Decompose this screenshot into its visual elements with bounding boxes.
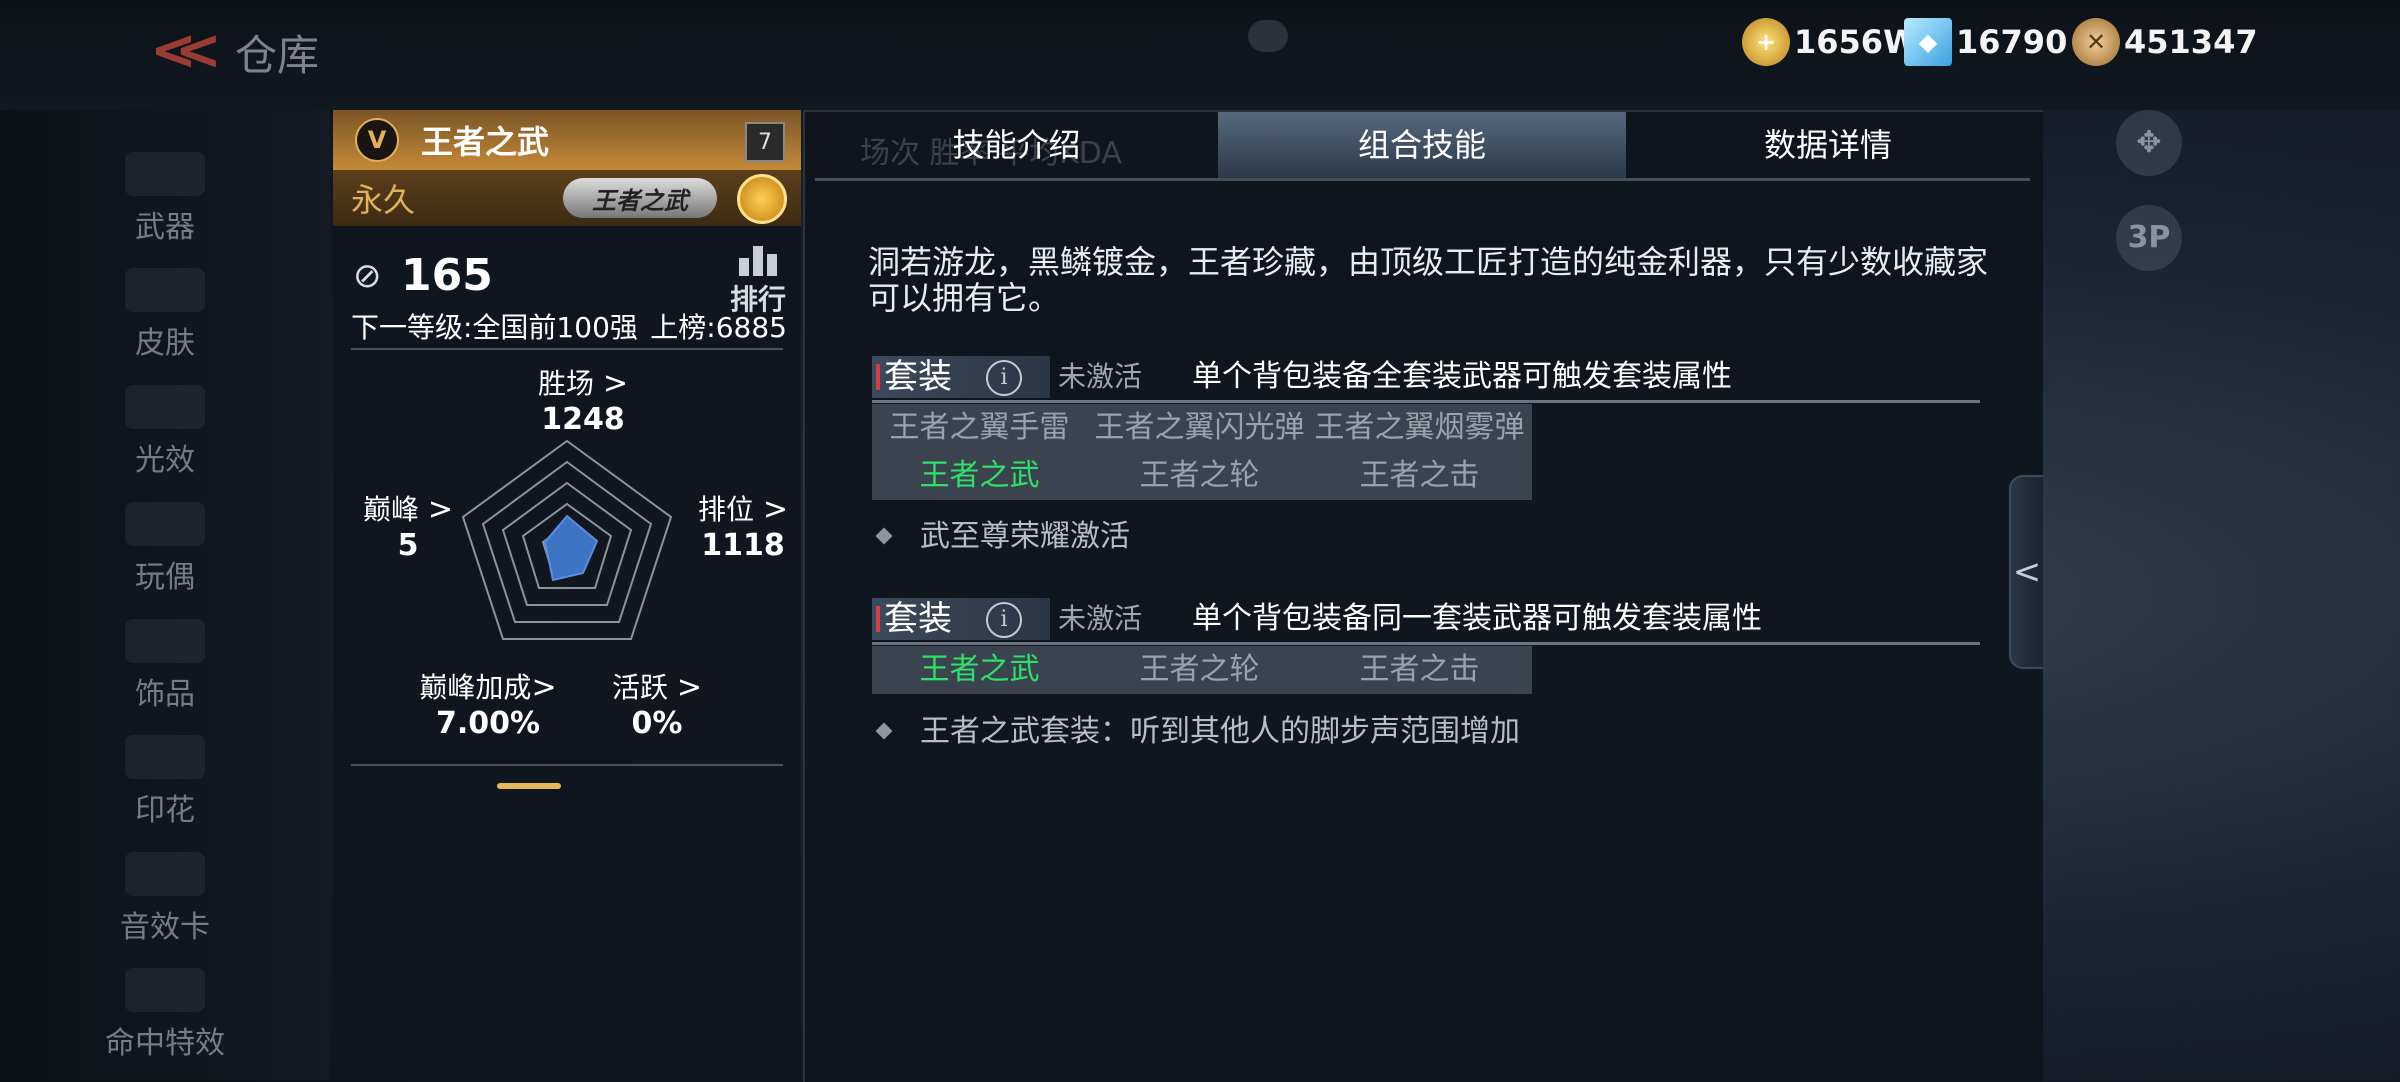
- speaker-icon: [125, 852, 205, 896]
- chevron-right-icon: >: [602, 366, 629, 401]
- suit-effect-2: 王者之武套装：听到其他人的脚步声范围增加: [875, 706, 1520, 750]
- sidebar-item-hit-effect[interactable]: 命中特效: [0, 962, 330, 1062]
- stat-peak[interactable]: 巅峰 > 5: [333, 488, 483, 563]
- diamond-bullet-icon: [875, 527, 893, 545]
- sidebar-item-weapon[interactable]: 武器: [0, 146, 330, 246]
- chevron-right-icon: >: [762, 492, 789, 527]
- chevron-right-icon: >: [676, 670, 703, 705]
- skin-icon: [125, 268, 205, 312]
- weapon-description: 洞若游龙，黑鳞镀金，王者珍藏，由顶级工匠打造的纯金利器，只有少数收藏家可以拥有它…: [868, 243, 1989, 317]
- suit-rule: 单个背包装备同一套装武器可触发套装属性: [1192, 601, 1762, 636]
- suit-item: 王者之轮: [1139, 458, 1260, 493]
- suit-rule: 单个背包装备全套装武器可触发套装属性: [1192, 359, 1732, 394]
- suit-tag: 套装 i: [872, 356, 1050, 398]
- chevron-right-icon: >: [531, 670, 557, 705]
- suit-item-active: 王者之武: [919, 458, 1040, 493]
- chat-icon[interactable]: [1248, 20, 1288, 52]
- tab-data-details[interactable]: 数据详情: [1626, 112, 2030, 178]
- sidebar-item-ornament[interactable]: 饰品: [0, 613, 330, 713]
- ornament-icon: [125, 619, 205, 663]
- info-icon[interactable]: i: [986, 602, 1022, 638]
- sidebar-item-sound-card[interactable]: 音效卡: [0, 846, 330, 946]
- light-effect-icon: [125, 385, 205, 429]
- stat-wins[interactable]: 胜场 > 1248: [523, 362, 643, 437]
- badge-coin-icon: ✕: [2072, 18, 2120, 66]
- decal-icon: [125, 735, 205, 779]
- sidebar-item-light-effect[interactable]: 光效: [0, 379, 330, 479]
- sidebar-item-doll[interactable]: 玩偶: [0, 496, 330, 596]
- category-sidebar: 武器 皮肤 光效 玩偶 饰品 印花 音效卡 命中特效: [0, 110, 330, 1080]
- radar-fill: [543, 514, 599, 582]
- currency-badge[interactable]: ✕ 451347: [2072, 14, 2258, 70]
- tab-bar: 技能介绍 组合技能 数据详情: [815, 112, 2030, 181]
- settings-icon[interactable]: ✥: [2116, 110, 2182, 176]
- suit-header-1: 套装 i 未激活 单个背包装备全套装武器可触发套装属性: [872, 356, 2042, 403]
- target-icon: [125, 968, 205, 1012]
- suit-item-active: 王者之武: [919, 652, 1040, 687]
- currency-diamond[interactable]: ◆ 16790: [1904, 14, 2067, 70]
- badge-value: 451347: [2124, 23, 2258, 61]
- sidebar-item-skin[interactable]: 皮肤: [0, 262, 330, 362]
- diamond-icon: ◆: [1904, 18, 1952, 66]
- stat-ranked[interactable]: 排位 > 1118: [683, 488, 803, 563]
- collapse-panel-button[interactable]: <: [2009, 475, 2043, 669]
- gold-coin-icon: +: [1742, 18, 1790, 66]
- gold-value: 1656W: [1794, 23, 1919, 61]
- suit-effect-1: 武至尊荣耀激活: [875, 511, 1130, 555]
- info-icon[interactable]: i: [986, 360, 1022, 396]
- weapon-info-panel: V 王者之武 7 永久 王者之武 ⊘ 165 排行 下一等级:全国前100强 上…: [333, 110, 801, 1080]
- suit-tag: 套装 i: [872, 598, 1050, 640]
- divider: [351, 764, 783, 766]
- suit-state: 未激活: [1058, 360, 1143, 393]
- weapon-icon: [125, 152, 205, 196]
- suit-item: 王者之击: [1359, 652, 1480, 687]
- diamond-bullet-icon: [875, 722, 893, 740]
- sidebar-item-decal[interactable]: 印花: [0, 729, 330, 829]
- back-button[interactable]: <<: [150, 18, 222, 83]
- diamond-value: 16790: [1956, 23, 2068, 61]
- suit-item: 王者之轮: [1139, 652, 1260, 687]
- suit-items-2: 王者之武 王者之轮 王者之击: [872, 646, 1532, 694]
- detail-panel: 场次 胜率 平均KDA 技能介绍 组合技能 数据详情 洞若游龙，黑鳞镀金，王者珍…: [803, 110, 2043, 1082]
- suit-item: 王者之翼闪光弹: [1094, 410, 1305, 445]
- page-indicator: [497, 783, 561, 789]
- suit-item: 王者之翼手雷: [889, 410, 1070, 445]
- stats-radar-chart: [461, 439, 673, 640]
- stat-active[interactable]: 活跃 > 0%: [597, 666, 717, 741]
- suit-item: 王者之翼烟雾弹: [1314, 410, 1525, 445]
- suit-items-1: 王者之翼手雷 王者之翼闪光弹 王者之翼烟雾弹 王者之武 王者之轮 王者之击: [872, 404, 1532, 500]
- chevron-right-icon: >: [427, 492, 454, 527]
- tab-combo-skill[interactable]: 组合技能: [1218, 112, 1626, 178]
- suit-header-2: 套装 i 未激活 单个背包装备同一套装武器可触发套装属性: [872, 598, 2042, 645]
- suit-state: 未激活: [1058, 602, 1143, 635]
- page-title: 仓库: [235, 31, 320, 80]
- view-3p-button[interactable]: 3P: [2116, 205, 2182, 271]
- tab-skill-intro[interactable]: 技能介绍: [815, 112, 1218, 178]
- suit-item: 王者之击: [1359, 458, 1480, 493]
- doll-icon: [125, 502, 205, 546]
- currency-gold[interactable]: + 1656W: [1742, 14, 1918, 70]
- stat-peak-bonus[interactable]: 巅峰加成> 7.00%: [413, 666, 563, 741]
